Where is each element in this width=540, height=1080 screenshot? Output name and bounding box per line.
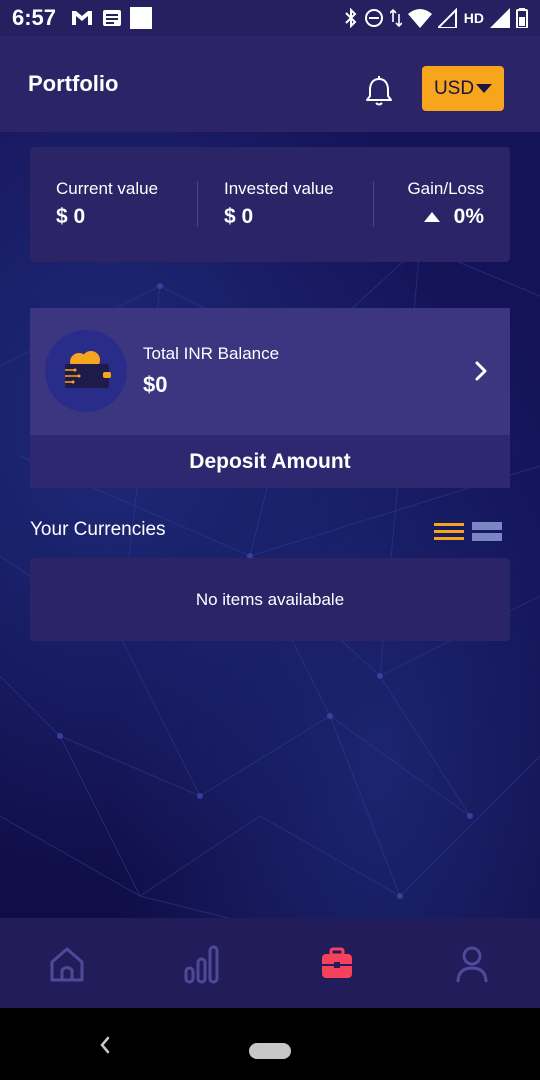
wallet-coins-icon [45, 330, 127, 412]
back-icon[interactable] [96, 1034, 114, 1056]
current-value-label: Current value [56, 179, 159, 198]
gmail-icon [72, 11, 93, 25]
gain-loss-value-row: 0% [400, 205, 484, 229]
home-icon[interactable] [45, 942, 89, 986]
bluetooth-icon [345, 8, 357, 28]
inr-balance-card[interactable]: Total INR Balance $0 [30, 308, 510, 435]
square-icon [130, 7, 153, 29]
current-value: $ 0 [56, 205, 86, 228]
network-type-label: HD [463, 10, 484, 26]
summary-divider [373, 181, 374, 227]
invested-value-label: Invested value [224, 179, 334, 198]
currencies-empty-state: No items availabale [30, 558, 510, 641]
inr-balance-value: $0 [143, 372, 168, 397]
home-pill-button[interactable] [249, 1043, 291, 1059]
message-icon [103, 10, 122, 26]
notification-icons [70, 7, 153, 29]
signal-x-icon [437, 8, 457, 28]
notification-bell-icon[interactable] [362, 74, 396, 108]
signal-icon [490, 8, 510, 28]
inr-balance-label: Total INR Balance [143, 344, 280, 363]
battery-icon [516, 8, 528, 28]
system-icons: HD [344, 8, 528, 28]
app-header: Portfolio USD [0, 36, 540, 132]
your-currencies-heading: Your Currencies [30, 519, 166, 540]
gain-loss-label: Gain/Loss [407, 179, 484, 198]
summary-divider [197, 181, 198, 227]
do-not-disturb-icon [364, 9, 383, 27]
wifi-icon [407, 9, 432, 28]
briefcase-icon[interactable] [315, 942, 359, 986]
card-view-icon[interactable] [472, 520, 502, 542]
arrow-up-icon [423, 212, 440, 222]
chevron-down-icon [476, 84, 493, 93]
page-title: Portfolio [28, 71, 119, 96]
chart-icon[interactable] [180, 942, 224, 986]
profile-icon[interactable] [450, 942, 494, 986]
data-arrows-icon [389, 8, 402, 28]
currency-selector-button[interactable]: USD [422, 66, 504, 111]
current-value-block: Current value $ 0 [56, 179, 158, 229]
list-view-icon[interactable] [434, 520, 464, 542]
currency-selector-label: USD [433, 77, 475, 99]
gain-loss-value: 0% [453, 205, 484, 228]
bottom-navigation [0, 918, 540, 1008]
invested-value-block: Invested value $ 0 [224, 179, 334, 229]
status-bar: 6:57 HD [0, 0, 540, 36]
deposit-amount-button[interactable]: Deposit Amount [30, 435, 510, 488]
empty-state-text: No items availabale [195, 589, 345, 609]
gain-loss-block: Gain/Loss 0% [400, 179, 484, 229]
system-navigation-bar [0, 1008, 540, 1080]
deposit-amount-label: Deposit Amount [189, 449, 351, 473]
invested-value: $ 0 [224, 205, 254, 228]
portfolio-summary-card: Current value $ 0 Invested value $ 0 Gai… [30, 147, 510, 262]
chevron-right-icon[interactable] [470, 360, 492, 382]
status-time: 6:57 [12, 5, 57, 30]
